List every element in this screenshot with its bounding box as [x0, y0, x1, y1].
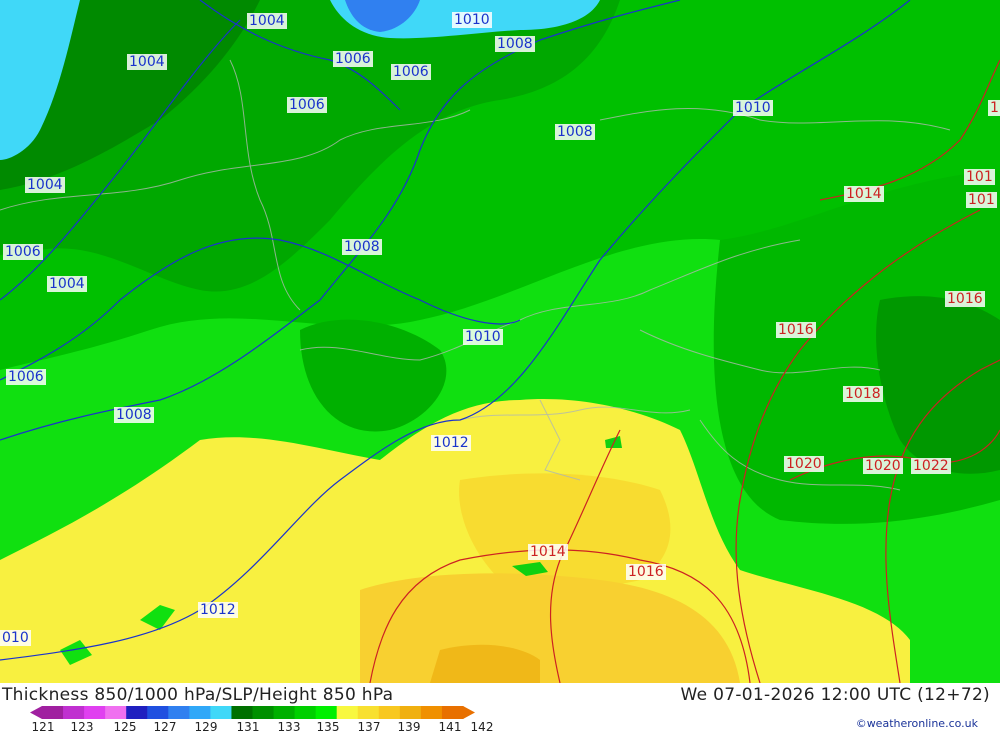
isobar-label: 1010	[733, 100, 773, 116]
isobar-label: 1006	[3, 244, 43, 260]
scale-label: 131	[236, 720, 260, 734]
isobar-label: 101	[964, 169, 995, 185]
isobar-label: 1008	[114, 407, 154, 423]
scale-label: 142	[470, 720, 494, 734]
scale-label: 125	[113, 720, 137, 734]
scale-label: 123	[70, 720, 94, 734]
scale-swatch	[84, 706, 106, 719]
scale-swatch	[147, 706, 169, 719]
scale-swatch	[357, 706, 380, 719]
scale-swatch	[210, 706, 232, 719]
scale-arrow-left	[30, 706, 42, 719]
scale-swatch	[378, 706, 401, 719]
isobar-label: 1006	[333, 51, 373, 67]
scale-arrow-right	[463, 706, 475, 719]
isobar-label: 1012	[431, 435, 471, 451]
isobar-label: 1020	[863, 458, 903, 474]
scale-swatch	[336, 706, 359, 719]
scale-swatch	[168, 706, 190, 719]
isobar-label: 1008	[495, 36, 535, 52]
isobar-label: 1006	[391, 64, 431, 80]
color-scale-labels: 121 123 125 127 129 131 133 135 137 139 …	[30, 720, 500, 734]
isobar-label: 1006	[6, 369, 46, 385]
scale-label: 139	[397, 720, 421, 734]
scale-swatch	[63, 706, 85, 719]
color-scale-bar	[30, 706, 475, 719]
isobar-label: 1020	[784, 456, 824, 472]
scale-label: 121	[31, 720, 55, 734]
scale-swatch	[294, 706, 317, 719]
map-footer: Thickness 850/1000 hPa/SLP/Height 850 hP…	[0, 683, 1000, 734]
scale-swatch	[231, 706, 253, 719]
scale-swatch	[252, 706, 275, 719]
isobar-label: 1004	[247, 13, 287, 29]
scale-label: 135	[316, 720, 340, 734]
isobar-label: 1004	[127, 54, 167, 70]
isobar-label: 1016	[776, 322, 816, 338]
isobar-label: 1	[988, 100, 1000, 116]
isobar-label: 1018	[843, 386, 883, 402]
isobar-label: 1012	[198, 602, 238, 618]
scale-label: 129	[194, 720, 218, 734]
scale-swatch	[420, 706, 443, 719]
map-title: Thickness 850/1000 hPa/SLP/Height 850 hP…	[2, 685, 394, 705]
scale-swatch	[273, 706, 296, 719]
scale-swatch	[105, 706, 127, 719]
isobar-label: 1016	[945, 291, 985, 307]
scale-swatch	[126, 706, 148, 719]
scale-label: 127	[153, 720, 177, 734]
forecast-datetime: We 07-01-2026 12:00 UTC (12+72)	[680, 685, 990, 705]
isobar-label: 1004	[47, 276, 87, 292]
isobar-label: 010	[0, 630, 31, 646]
scale-label: 137	[357, 720, 381, 734]
isobar-label: 1022	[911, 458, 951, 474]
isobar-label: 1004	[25, 177, 65, 193]
scale-swatch	[42, 706, 64, 719]
scale-swatch	[399, 706, 422, 719]
credit-link[interactable]: ©weatheronline.co.uk	[856, 717, 978, 730]
isobar-label: 1016	[626, 564, 666, 580]
isobar-label: 1010	[463, 329, 503, 345]
isobar-label: 101	[966, 192, 997, 208]
isobar-label: 1010	[452, 12, 492, 28]
isobar-label: 1014	[528, 544, 568, 560]
scale-swatch	[441, 706, 464, 719]
isobar-label: 1006	[287, 97, 327, 113]
scale-label: 133	[277, 720, 301, 734]
scale-swatch	[189, 706, 211, 719]
isobar-label: 1008	[342, 239, 382, 255]
isobar-label: 1008	[555, 124, 595, 140]
isobar-label: 1014	[844, 186, 884, 202]
scale-swatch	[315, 706, 338, 719]
scale-label: 141	[438, 720, 462, 734]
